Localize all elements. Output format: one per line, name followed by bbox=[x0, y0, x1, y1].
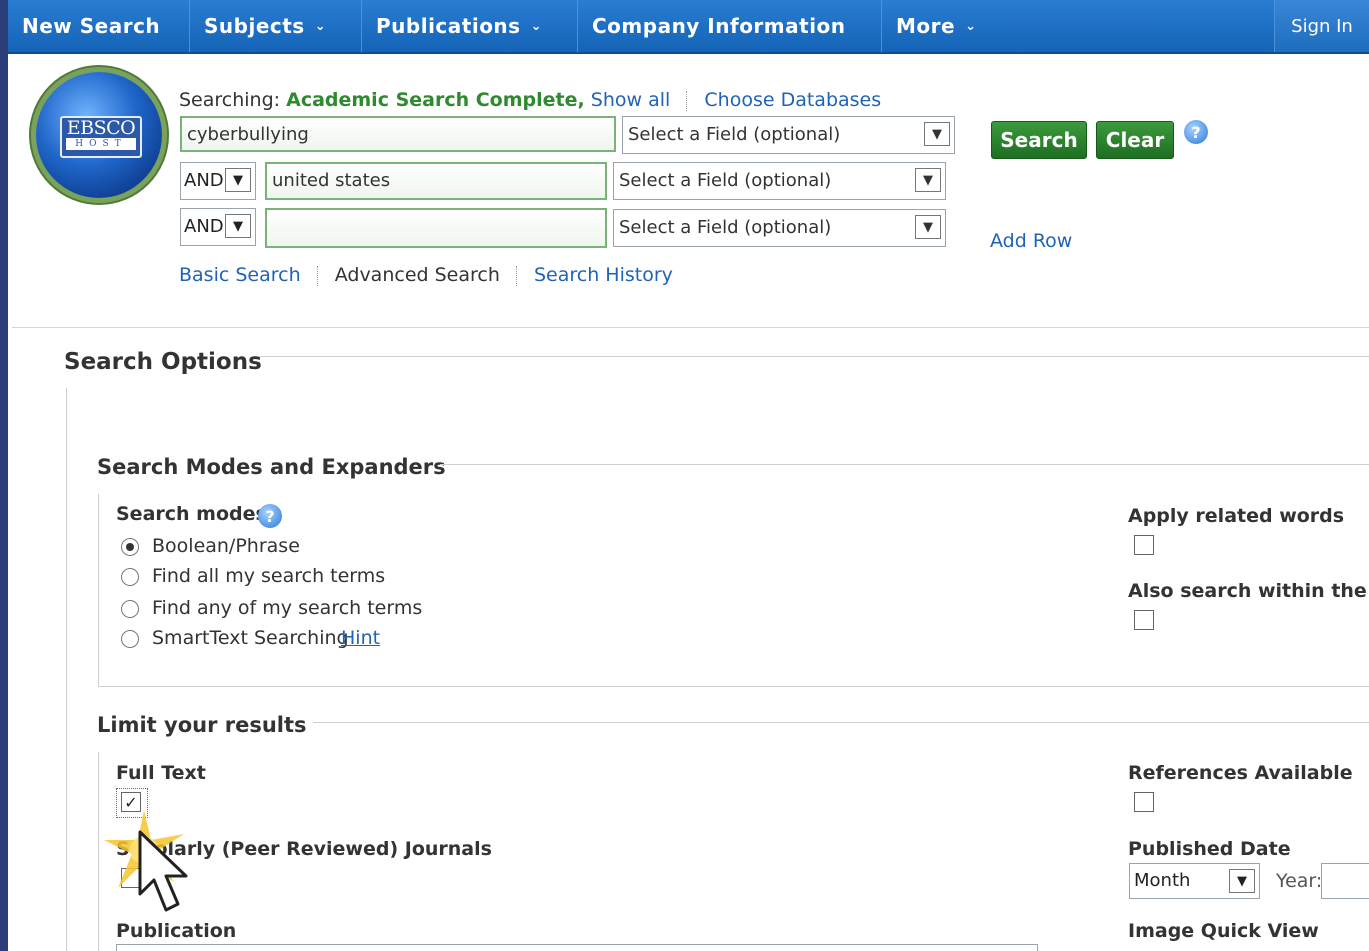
image-quick-view-label: Image Quick View bbox=[1128, 920, 1319, 942]
divider bbox=[98, 494, 99, 686]
nav-publications[interactable]: Publications ⌄ bbox=[362, 0, 578, 52]
boolean-operator-select-3[interactable]: AND ▼ bbox=[180, 208, 256, 246]
publication-label: Publication bbox=[116, 920, 237, 942]
show-all-link[interactable]: Show all bbox=[591, 89, 671, 111]
help-icon[interactable]: ? bbox=[258, 504, 282, 528]
search-modes-label: Search modes bbox=[116, 503, 267, 525]
nav-subjects-label: Subjects bbox=[204, 14, 305, 38]
page-frame: New Search Subjects ⌄ Publications ⌄ Com… bbox=[8, 0, 1369, 951]
basic-search-link[interactable]: Basic Search bbox=[179, 264, 301, 286]
also-search-fulltext-label: Also search within the ful bbox=[1128, 580, 1369, 602]
search-options-title: Search Options bbox=[64, 349, 262, 375]
separator bbox=[316, 265, 319, 286]
month-select[interactable]: Month ▼ bbox=[1129, 863, 1260, 899]
divider bbox=[313, 722, 1369, 723]
radio-find-any-terms[interactable] bbox=[121, 600, 139, 618]
add-row-link[interactable]: Add Row bbox=[990, 230, 1072, 252]
hint-link[interactable]: Hint bbox=[341, 627, 380, 649]
nav-publications-label: Publications bbox=[376, 14, 521, 38]
chevron-down-icon: ⌄ bbox=[530, 18, 542, 34]
divider bbox=[440, 464, 1369, 465]
search-term-input-3[interactable] bbox=[265, 208, 607, 248]
year-label: Year: bbox=[1276, 870, 1323, 892]
nav-company-information[interactable]: Company Information bbox=[578, 0, 882, 52]
mode-label-smarttext: SmartText Searching bbox=[152, 627, 349, 649]
chevron-down-icon: ▼ bbox=[1229, 869, 1255, 893]
chevron-down-icon: ▼ bbox=[915, 168, 941, 192]
boolean-operator-value-2: AND bbox=[184, 170, 224, 191]
search-history-link[interactable]: Search History bbox=[534, 264, 673, 286]
published-date-label: Published Date bbox=[1128, 838, 1291, 860]
search-button[interactable]: Search bbox=[991, 121, 1087, 159]
field-select-2[interactable]: Select a Field (optional) ▼ bbox=[613, 162, 946, 200]
advanced-search-label: Advanced Search bbox=[334, 264, 500, 286]
mode-label-find-any: Find any of my search terms bbox=[152, 597, 423, 619]
chevron-down-icon: ⌄ bbox=[314, 18, 327, 34]
logo-brand: EBSCO bbox=[66, 117, 136, 139]
also-search-fulltext-checkbox[interactable] bbox=[1134, 610, 1154, 630]
database-name: Academic Search Complete, bbox=[286, 89, 585, 111]
boolean-operator-select-2[interactable]: AND ▼ bbox=[180, 162, 256, 200]
references-available-label: References Available bbox=[1128, 762, 1353, 784]
boolean-operator-value-3: AND bbox=[184, 216, 224, 237]
divider bbox=[98, 686, 1369, 687]
references-available-checkbox[interactable] bbox=[1134, 792, 1154, 812]
full-text-checkbox[interactable]: ✓ bbox=[121, 792, 141, 812]
searching-line: Searching: Academic Search Complete, Sho… bbox=[179, 89, 881, 111]
chevron-down-icon: ▼ bbox=[225, 168, 251, 192]
mouse-pointer-icon bbox=[138, 830, 188, 912]
radio-smarttext[interactable] bbox=[121, 630, 139, 648]
chevron-down-icon: ▼ bbox=[915, 215, 941, 239]
radio-boolean-phrase[interactable] bbox=[121, 538, 139, 556]
full-text-label: Full Text bbox=[116, 762, 206, 784]
nav-new-search-label: New Search bbox=[22, 14, 161, 38]
search-term-input-1[interactable]: cyberbullying bbox=[180, 116, 616, 152]
searching-prefix: Searching: bbox=[179, 89, 281, 111]
logo-sub: HOST bbox=[66, 138, 136, 150]
chevron-down-icon: ⌄ bbox=[965, 18, 977, 34]
radio-find-all-terms[interactable] bbox=[121, 568, 139, 586]
mode-label-boolean-phrase: Boolean/Phrase bbox=[152, 535, 300, 557]
separator bbox=[515, 265, 518, 286]
clear-button[interactable]: Clear bbox=[1096, 121, 1174, 159]
chevron-down-icon: ▼ bbox=[924, 122, 950, 146]
field-select-1[interactable]: Select a Field (optional) ▼ bbox=[622, 116, 955, 154]
limit-section-title: Limit your results bbox=[97, 713, 307, 737]
divider bbox=[12, 327, 1369, 328]
nav-more-label: More bbox=[896, 14, 956, 38]
top-navigation: New Search Subjects ⌄ Publications ⌄ Com… bbox=[8, 0, 1369, 54]
field-select-3[interactable]: Select a Field (optional) ▼ bbox=[613, 209, 946, 247]
publication-input[interactable] bbox=[116, 944, 1038, 951]
nav-company-information-label: Company Information bbox=[592, 14, 846, 38]
field-select-3-value: Select a Field (optional) bbox=[619, 217, 832, 238]
choose-databases-link[interactable]: Choose Databases bbox=[704, 89, 881, 111]
divider bbox=[260, 356, 1369, 357]
field-select-2-value: Select a Field (optional) bbox=[619, 170, 832, 191]
divider bbox=[98, 752, 99, 951]
divider bbox=[66, 388, 67, 951]
modes-section-title: Search Modes and Expanders bbox=[97, 455, 446, 479]
nav-more[interactable]: More ⌄ bbox=[882, 0, 1000, 52]
field-select-1-value: Select a Field (optional) bbox=[628, 124, 841, 145]
help-icon[interactable]: ? bbox=[1184, 120, 1208, 144]
apply-related-words-label: Apply related words bbox=[1128, 505, 1345, 527]
separator bbox=[686, 90, 688, 111]
sign-in-link[interactable]: Sign In bbox=[1274, 0, 1369, 52]
month-select-value: Month bbox=[1134, 870, 1191, 891]
nav-subjects[interactable]: Subjects ⌄ bbox=[190, 0, 362, 52]
logo-plate: EBSCO HOST bbox=[60, 116, 142, 158]
apply-related-words-checkbox[interactable] bbox=[1134, 535, 1154, 555]
nav-new-search[interactable]: New Search bbox=[8, 0, 190, 52]
mode-label-find-all: Find all my search terms bbox=[152, 565, 386, 587]
chevron-down-icon: ▼ bbox=[225, 214, 251, 238]
ebsco-host-logo[interactable]: EBSCO HOST bbox=[36, 72, 162, 198]
year-input[interactable] bbox=[1321, 863, 1369, 899]
search-term-input-2[interactable]: united states bbox=[265, 162, 607, 200]
search-mode-links: Basic Search Advanced Search Search Hist… bbox=[179, 264, 673, 286]
